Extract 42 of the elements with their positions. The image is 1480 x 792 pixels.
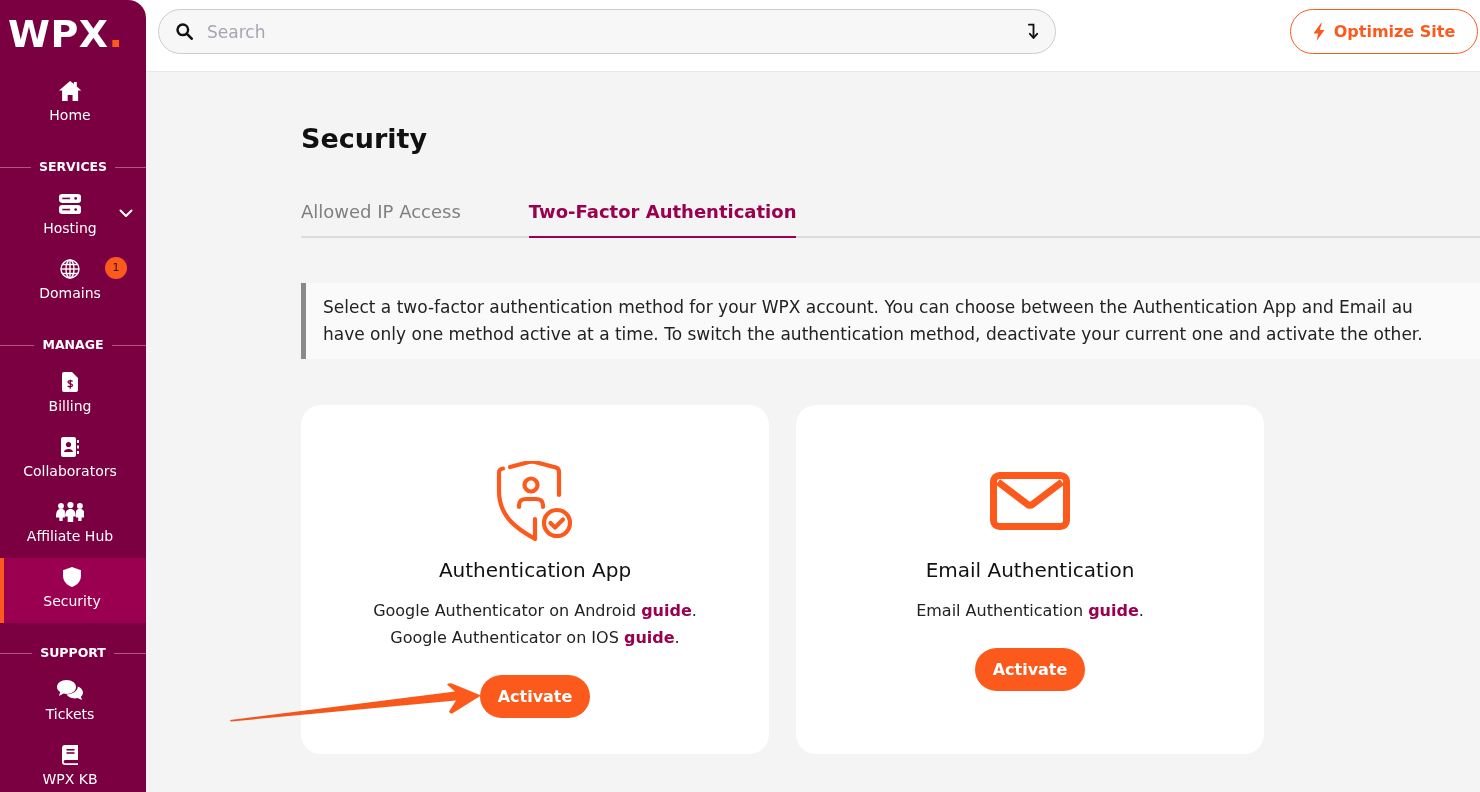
- guide-text: Email Authentication guide.: [916, 600, 1144, 622]
- people-group-icon: [55, 502, 85, 522]
- count-badge: 1: [105, 257, 127, 279]
- home-icon: [58, 81, 82, 101]
- shield-icon: [63, 567, 81, 587]
- globe-icon: [60, 259, 80, 279]
- invoice-icon: [62, 372, 78, 392]
- lightning-icon: [1312, 22, 1325, 41]
- guide-link[interactable]: guide: [623, 628, 675, 647]
- sidebar-item[interactable]: Home: [0, 72, 146, 137]
- envelope-icon: [990, 472, 1070, 530]
- chat-bubbles-icon: [57, 680, 83, 700]
- card-title: Authentication App: [438, 557, 632, 583]
- guide-link[interactable]: guide: [1088, 601, 1139, 620]
- section-heading: SUPPORT: [40, 644, 106, 662]
- page-title: Security: [301, 122, 429, 156]
- sidebar-item[interactable]: Hosting: [0, 185, 146, 250]
- sidebar-item[interactable]: Billing: [0, 363, 146, 428]
- sidebar-item[interactable]: Security: [0, 558, 146, 623]
- chevron-down-icon[interactable]: [119, 209, 133, 218]
- corner-down-arrow-icon: [1028, 23, 1039, 40]
- shield-user-check-icon: [495, 461, 575, 541]
- search-field[interactable]: Search: [158, 9, 1056, 54]
- notice-text: Select a two-factor authentication method for your WPX account. You can choose between the Authentication App and Email au have only one method active at a time. To switch the authentication method, deactivate your current one and activate the other.: [323, 296, 1424, 346]
- section-heading: SERVICES: [38, 158, 108, 176]
- sidebar-item[interactable]: Tickets: [0, 671, 146, 736]
- guide-text: Google Authenticator on IOS guide.: [389, 627, 681, 649]
- logo[interactable]: WPX.: [0, 0, 146, 72]
- sidebar-item[interactable]: Collaborators: [0, 428, 146, 493]
- sidebar-item[interactable]: Affiliate Hub: [0, 493, 146, 558]
- card-title: Email Authentication: [925, 557, 1135, 583]
- sidebar-item[interactable]: WPX KB: [0, 736, 146, 792]
- server-icon: [58, 194, 82, 214]
- search-icon: [176, 23, 193, 40]
- guide-link[interactable]: guide: [641, 601, 692, 620]
- section-heading: MANAGE: [42, 336, 104, 354]
- guide-text: Google Authenticator on Android guide.: [373, 600, 697, 622]
- tab[interactable]: Two-Factor Authentication: [528, 200, 797, 238]
- sidebar-item[interactable]: Domains 1: [0, 250, 146, 315]
- contact-book-icon: [61, 437, 79, 457]
- tab[interactable]: Allowed IP Access: [301, 200, 461, 238]
- book-icon: [62, 745, 78, 765]
